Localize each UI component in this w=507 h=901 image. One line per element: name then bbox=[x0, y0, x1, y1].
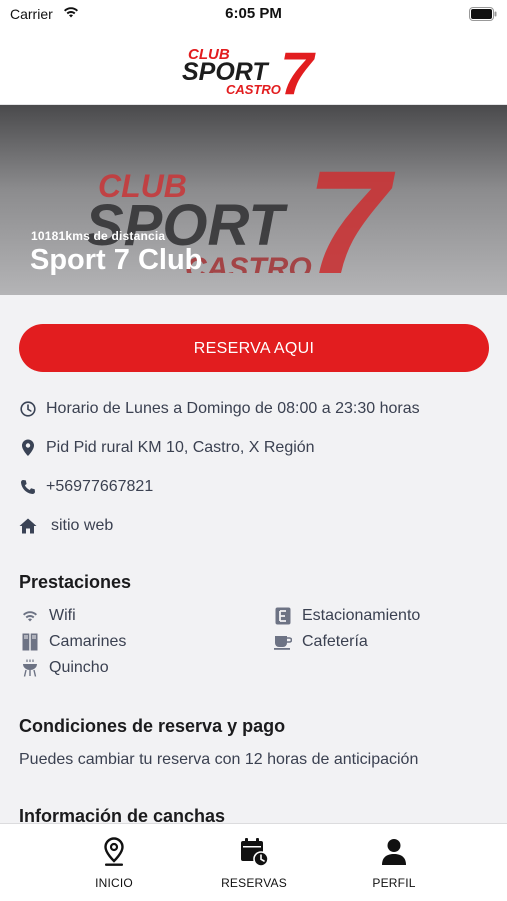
distance-label: 10181kms de distancia bbox=[31, 229, 166, 243]
svg-text:CASTRO: CASTRO bbox=[226, 82, 281, 97]
status-bar: Carrier 6:05 PM bbox=[0, 0, 507, 30]
app-header: CLUB SPORT CASTRO 7 bbox=[0, 30, 507, 105]
club-name-title: Sport 7 Club bbox=[30, 244, 203, 276]
amenity-label: Cafetería bbox=[302, 633, 368, 650]
clock-icon bbox=[19, 400, 37, 418]
grill-icon bbox=[21, 659, 39, 677]
phone-row[interactable]: +56977667821 bbox=[19, 475, 153, 499]
club-logo: CLUB SPORT CASTRO 7 bbox=[182, 42, 316, 98]
amenity-cafeteria: Cafetería bbox=[274, 631, 368, 653]
tab-label: RESERVAS bbox=[221, 876, 287, 890]
svg-text:7: 7 bbox=[280, 42, 316, 98]
amenity-bbq: Quincho bbox=[21, 657, 109, 679]
home-icon bbox=[19, 517, 37, 535]
amenity-label: Quincho bbox=[49, 659, 109, 676]
amenity-label: Estacionamiento bbox=[302, 607, 421, 624]
map-pin-icon bbox=[54, 836, 174, 868]
wifi-icon bbox=[21, 607, 39, 625]
tab-inicio[interactable]: INICIO bbox=[54, 836, 174, 890]
tab-perfil[interactable]: PERFIL bbox=[334, 836, 454, 890]
battery-icon bbox=[469, 7, 497, 26]
schedule-text: Horario de Lunes a Domingo de 08:00 a 23… bbox=[46, 400, 420, 417]
locker-icon bbox=[21, 633, 39, 651]
website-link[interactable]: sitio web bbox=[51, 517, 113, 535]
amenity-lockers: Camarines bbox=[21, 631, 126, 653]
tab-bar: INICIO RESERVAS PERFIL bbox=[0, 823, 507, 901]
website-row[interactable]: sitio web bbox=[19, 514, 113, 538]
address-text: Pid Pid rural KM 10, Castro, X Región bbox=[46, 439, 315, 456]
tab-reservas[interactable]: RESERVAS bbox=[194, 836, 314, 890]
calendar-clock-icon bbox=[194, 836, 314, 868]
tab-label: PERFIL bbox=[372, 876, 416, 890]
phone-icon bbox=[19, 478, 37, 496]
club-hero-banner: CLUB SPORT CASTRO 7 10181kms de distanci… bbox=[0, 105, 507, 295]
conditions-text: Puedes cambiar tu reserva con 12 horas d… bbox=[19, 751, 419, 768]
address-row[interactable]: Pid Pid rural KM 10, Castro, X Región bbox=[19, 436, 315, 460]
parking-icon bbox=[274, 607, 292, 625]
clock: 6:05 PM bbox=[225, 5, 282, 22]
conditions-title: Condiciones de reserva y pago bbox=[19, 716, 286, 736]
user-icon bbox=[334, 836, 454, 868]
schedule-row: Horario de Lunes a Domingo de 08:00 a 23… bbox=[19, 397, 420, 421]
reserve-button[interactable]: RESERVA AQUI bbox=[19, 324, 489, 372]
svg-text:7: 7 bbox=[306, 139, 396, 273]
amenities-title: Prestaciones bbox=[19, 572, 132, 592]
amenity-label: Wifi bbox=[49, 607, 76, 624]
amenity-parking: Estacionamiento bbox=[274, 605, 420, 627]
amenity-label: Camarines bbox=[49, 633, 127, 650]
phone-text: +56977667821 bbox=[46, 478, 154, 495]
svg-text:CASTRO: CASTRO bbox=[185, 252, 312, 273]
coffee-cup-icon bbox=[274, 633, 292, 651]
location-pin-icon bbox=[19, 439, 37, 457]
tab-label: INICIO bbox=[95, 876, 133, 890]
amenity-wifi: Wifi bbox=[21, 605, 76, 627]
